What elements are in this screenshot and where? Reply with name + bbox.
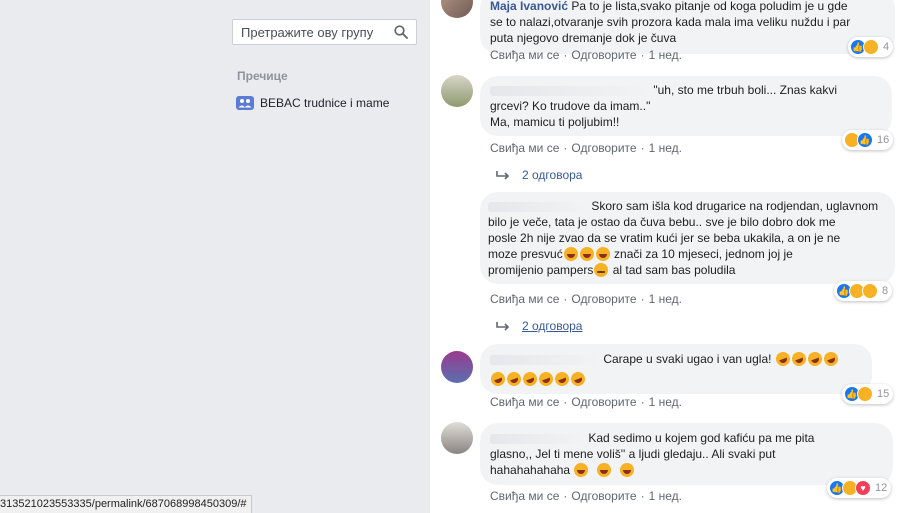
avatar[interactable] — [441, 422, 473, 454]
rofl-emoji-icon — [569, 370, 587, 388]
comment-text-line: Ma, mamicu ti poljubim!! — [490, 115, 620, 129]
author-name-redacted — [490, 85, 650, 96]
rofl-emoji-icon — [789, 350, 808, 368]
timestamp[interactable]: 1 нед. — [649, 48, 682, 62]
like-link[interactable]: Свиђа ми се — [490, 489, 559, 503]
laughing-emoji-icon — [619, 463, 634, 477]
comment-text-line: se to nalazi,otvaranje svih prozora kada… — [490, 15, 851, 29]
comment-text-line: glasno,, Jel ti mene voliš'' a ljudi gle… — [490, 447, 776, 461]
comment-text-line: "uh, sto me trbuh boli... Znas kakvi — [653, 83, 838, 97]
laughing-emoji-icon — [597, 463, 612, 477]
rofl-emoji-icon — [553, 370, 571, 388]
reactions-badge[interactable]: 👍 15 — [842, 384, 894, 404]
avatar[interactable] — [441, 0, 473, 18]
comment-text-line: Skoro sam išla kod drugarice na rodjenda… — [591, 199, 879, 213]
avatar[interactable] — [441, 75, 473, 107]
reply-arrow-icon — [496, 322, 510, 331]
comment-text-line: al tad sam bas poludila — [612, 263, 736, 277]
comment-text-line: posle 2h nije zvao da se vratim kući jer… — [488, 231, 841, 245]
status-bar-url: 313521023553335/permalink/68706899845030… — [0, 495, 252, 513]
group-icon — [236, 96, 254, 110]
reaction-count: 15 — [877, 388, 890, 400]
like-link[interactable]: Свиђа ми се — [490, 292, 559, 306]
replies-count: 2 одговора — [522, 168, 583, 182]
author-name-redacted — [490, 433, 585, 444]
like-link[interactable]: Свиђа ми се — [490, 48, 559, 62]
rofl-emoji-icon — [821, 350, 840, 368]
comment-actions: Свиђа ми се · Одговорите · 1 нед. — [490, 489, 682, 503]
reply-link[interactable]: Одговорите — [571, 395, 636, 409]
rofl-emoji-icon — [773, 350, 792, 368]
comment-text-line: grcevi? Ko trudove da imam.." — [490, 99, 651, 113]
like-icon: 👍 — [857, 132, 873, 148]
laughing-emoji-icon — [579, 247, 594, 261]
timestamp[interactable]: 1 нед. — [649, 395, 682, 409]
reply-link[interactable]: Одговорите — [571, 141, 636, 155]
view-replies-link[interactable]: 2 одговора — [496, 319, 582, 333]
like-link[interactable]: Свиђа ми се — [490, 141, 559, 155]
comment-bubble: Carape u svaki ugao i van ugla! — [480, 344, 872, 394]
reaction-count: 16 — [877, 134, 890, 146]
comment-text-line: bilo je veče, tata je ostao da čuva bebu… — [488, 215, 836, 229]
shortcut-label: BEBAC trudnice i mame — [260, 96, 390, 110]
reply-link[interactable]: Одговорите — [571, 292, 636, 306]
comment-bubble: Maja Ivanović Pa to je lista,svako pitan… — [480, 0, 895, 54]
persevering-emoji-icon — [594, 263, 609, 277]
replies-count: 2 одговора — [522, 319, 583, 333]
rofl-emoji-icon — [505, 370, 523, 388]
comment-text-line: Kad sedimo u kojem god kafiću pa me pita — [588, 431, 815, 445]
haha-icon — [857, 386, 873, 402]
author-name-redacted — [490, 354, 600, 365]
laughing-emoji-icon — [563, 247, 578, 261]
like-link[interactable]: Свиђа ми се — [490, 395, 559, 409]
reaction-count: 8 — [882, 285, 889, 297]
reactions-badge[interactable]: 👍 8 — [834, 281, 893, 301]
reply-link[interactable]: Одговорите — [571, 48, 636, 62]
rofl-emoji-icon — [537, 370, 555, 388]
rofl-emoji-icon — [521, 370, 539, 388]
comment-text-line: Carape u svaki ugao i van ugla! — [603, 352, 772, 366]
reply-link[interactable]: Одговорите — [571, 489, 636, 503]
laughing-emoji-icon — [574, 463, 589, 477]
avatar[interactable] — [441, 351, 473, 383]
comments-feed: Maja Ivanović Pa to je lista,svako pitan… — [430, 0, 922, 513]
love-icon: ♥ — [855, 480, 871, 496]
comment-actions: Свиђа ми се · Одговорите · 1 нед. — [490, 48, 682, 62]
rofl-emoji-icon — [805, 350, 824, 368]
comment-bubble: Kad sedimo u kojem god kafiću pa me pita… — [480, 423, 893, 485]
reply-arrow-icon — [496, 171, 510, 180]
comment-author[interactable]: Maja Ivanović — [490, 0, 568, 13]
haha-icon — [863, 39, 879, 55]
reaction-count: 4 — [883, 41, 890, 53]
timestamp[interactable]: 1 нед. — [649, 292, 682, 306]
rofl-emoji-icon — [489, 370, 507, 388]
shortcut-item-bebac-group[interactable]: BEBAC trudnice i mame — [236, 94, 389, 112]
left-sidebar: Пречице BEBAC trudnice i mame 3135210235… — [0, 0, 430, 513]
comment-text-line: promijenio pampers — [488, 263, 594, 277]
search-icon[interactable] — [394, 25, 408, 39]
reactions-badge[interactable]: 👍 ♥ 12 — [827, 478, 892, 498]
shortcuts-heading: Пречице — [237, 69, 288, 83]
comment-bubble: "uh, sto me trbuh boli... Znas kakvi grc… — [480, 76, 892, 136]
view-replies-link[interactable]: 2 одговора — [496, 168, 582, 182]
comment-text-line: puta njegovo dremanje dok je čuva — [490, 31, 677, 45]
group-search-box[interactable] — [232, 19, 417, 45]
author-name-redacted — [488, 201, 588, 212]
timestamp[interactable]: 1 нед. — [649, 489, 682, 503]
haha-icon — [862, 283, 878, 299]
timestamp[interactable]: 1 нед. — [649, 141, 682, 155]
comment-actions: Свиђа ми се · Одговорите · 1 нед. — [490, 292, 682, 306]
comment-bubble: Skoro sam išla kod drugarice na rodjenda… — [480, 192, 895, 284]
reaction-count: 12 — [875, 482, 888, 494]
comment-actions: Свиђа ми се · Одговорите · 1 нед. — [490, 141, 682, 155]
comment-text-line: znači za 10 mjeseci, jednom joj je — [614, 247, 793, 261]
laughing-emoji-icon — [595, 247, 610, 261]
comment-text-line: Pa to je lista,svako pitanje od koga pol… — [571, 0, 848, 13]
comment-actions: Свиђа ми се · Одговорите · 1 нед. — [490, 395, 682, 409]
comment-text-line: moze presvuć — [488, 247, 563, 261]
group-search-input[interactable] — [241, 24, 393, 40]
reactions-badge[interactable]: 👍 16 — [842, 130, 894, 150]
reactions-badge[interactable]: 👍 4 — [848, 37, 894, 57]
comment-text-line: hahahahahaha — [490, 463, 571, 477]
